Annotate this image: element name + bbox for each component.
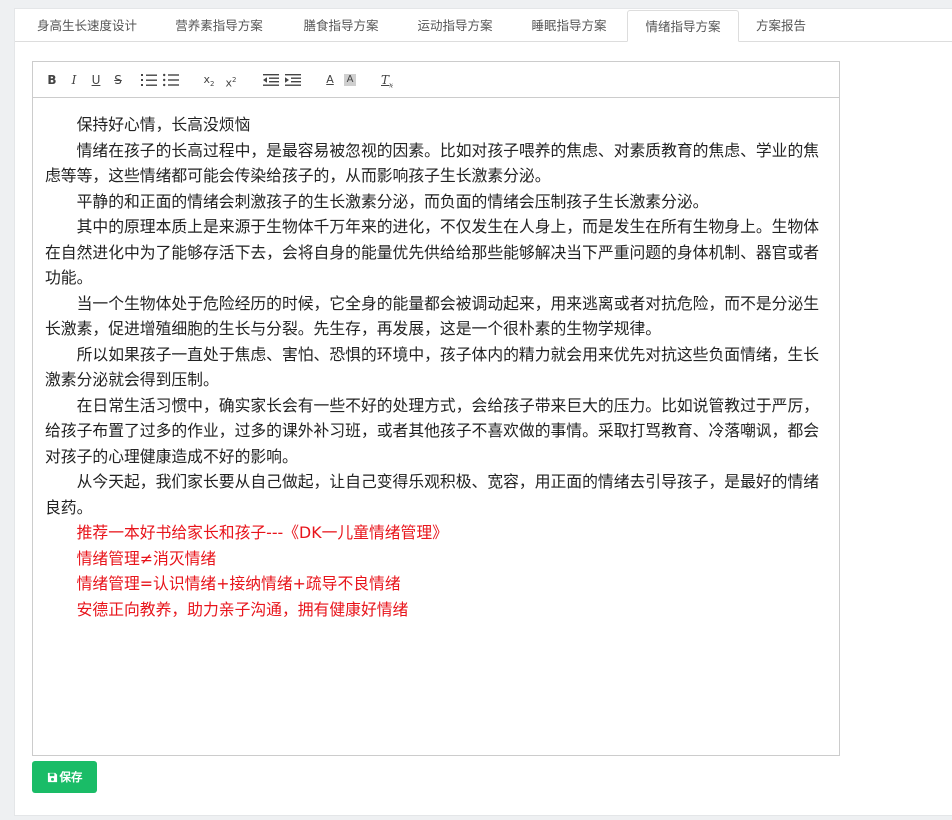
tab-sleep[interactable]: 睡眠指导方案 — [517, 10, 621, 42]
rich-text-editor: B I U S x2 x2 A A Tx 保持好心情，长高没烦恼 情绪在孩子的长… — [32, 61, 840, 756]
indent-button[interactable] — [285, 71, 301, 89]
subscript-button[interactable]: x2 — [201, 71, 217, 89]
font-color-button[interactable]: A — [323, 71, 337, 89]
indent-icon — [285, 74, 301, 86]
background-color-icon: A — [344, 74, 356, 86]
background-color-button[interactable]: A — [343, 71, 357, 89]
paragraph: 当一个生物体处于危险经历的时候，它全身的能量都会被调动起来，用来逃离或者对抗危险… — [45, 293, 820, 339]
tab-nutrient[interactable]: 营养素指导方案 — [161, 10, 277, 42]
paragraph: 从今天起，我们家长要从自己做起，让自己变得乐观积极、宽容，用正面的情绪去引导孩子… — [45, 472, 820, 517]
strikethrough-button[interactable]: S — [111, 71, 125, 89]
bold-button[interactable]: B — [45, 71, 59, 89]
editor-toolbar: B I U S x2 x2 A A Tx — [33, 62, 839, 98]
clear-format-button[interactable]: Tx — [379, 71, 395, 89]
paragraph: 在日常生活习惯中，确实家长会有一些不好的处理方式，会给孩子带来巨大的压力。比如说… — [45, 395, 820, 466]
bullet-list-button[interactable] — [163, 71, 179, 89]
superscript-mark: 2 — [232, 76, 237, 84]
highlight-paragraph: 推荐一本好书给家长和孩子---《DK一儿童情绪管理》 — [76, 523, 448, 542]
save-button[interactable]: 保存 — [32, 761, 97, 793]
paragraph: 情绪在孩子的长高过程中，是最容易被忽视的因素。比如对孩子喂养的焦虑、对素质教育的… — [45, 140, 820, 186]
tab-bar: 身高生长速度设计 营养素指导方案 膳食指导方案 运动指导方案 睡眠指导方案 情绪… — [15, 9, 952, 42]
main-panel: 身高生长速度设计 营养素指导方案 膳食指导方案 运动指导方案 睡眠指导方案 情绪… — [14, 8, 952, 816]
editor-content[interactable]: 保持好心情，长高没烦恼 情绪在孩子的长高过程中，是最容易被忽视的因素。比如对孩子… — [45, 112, 831, 622]
save-icon — [47, 772, 57, 783]
tab-emotion[interactable]: 情绪指导方案 — [627, 10, 739, 42]
paragraph: 平静的和正面的情绪会刺激孩子的生长激素分泌，而负面的情绪会压制孩子生长激素分泌。 — [76, 191, 709, 211]
highlight-paragraph: 情绪管理=认识情绪+接纳情绪+疏导不良情绪 — [76, 574, 401, 593]
underline-button[interactable]: U — [89, 71, 103, 89]
bullet-list-icon — [163, 73, 179, 87]
tab-exercise[interactable]: 运动指导方案 — [403, 10, 507, 42]
outdent-button[interactable] — [263, 71, 279, 89]
save-button-label: 保存 — [59, 770, 83, 784]
tab-report[interactable]: 方案报告 — [745, 10, 817, 42]
subscript-mark: 2 — [210, 80, 215, 89]
outdent-icon — [263, 74, 279, 86]
ordered-list-icon — [141, 74, 157, 86]
clear-format-mark: x — [389, 81, 393, 90]
ordered-list-button[interactable] — [141, 71, 157, 89]
paragraph: 所以如果孩子一直处于焦虑、害怕、恐惧的环境中，孩子体内的精力就会用来优先对抗这些… — [45, 344, 820, 390]
paragraph: 保持好心情，长高没烦恼 — [76, 115, 251, 134]
paragraph: 其中的原理本质上是来源于生物体千万年来的进化，不仅发生在人身上，而是发生在所有生… — [45, 217, 820, 287]
superscript-button[interactable]: x2 — [223, 71, 239, 90]
clear-format-icon: T — [381, 73, 390, 87]
highlight-paragraph: 情绪管理≠消灭情绪 — [76, 548, 217, 568]
italic-button[interactable]: I — [67, 71, 81, 89]
highlight-paragraph: 安德正向教养，助力亲子沟通，拥有健康好情绪 — [76, 599, 409, 619]
tab-diet[interactable]: 膳食指导方案 — [289, 10, 393, 42]
tab-growth-speed[interactable]: 身高生长速度设计 — [25, 10, 149, 42]
